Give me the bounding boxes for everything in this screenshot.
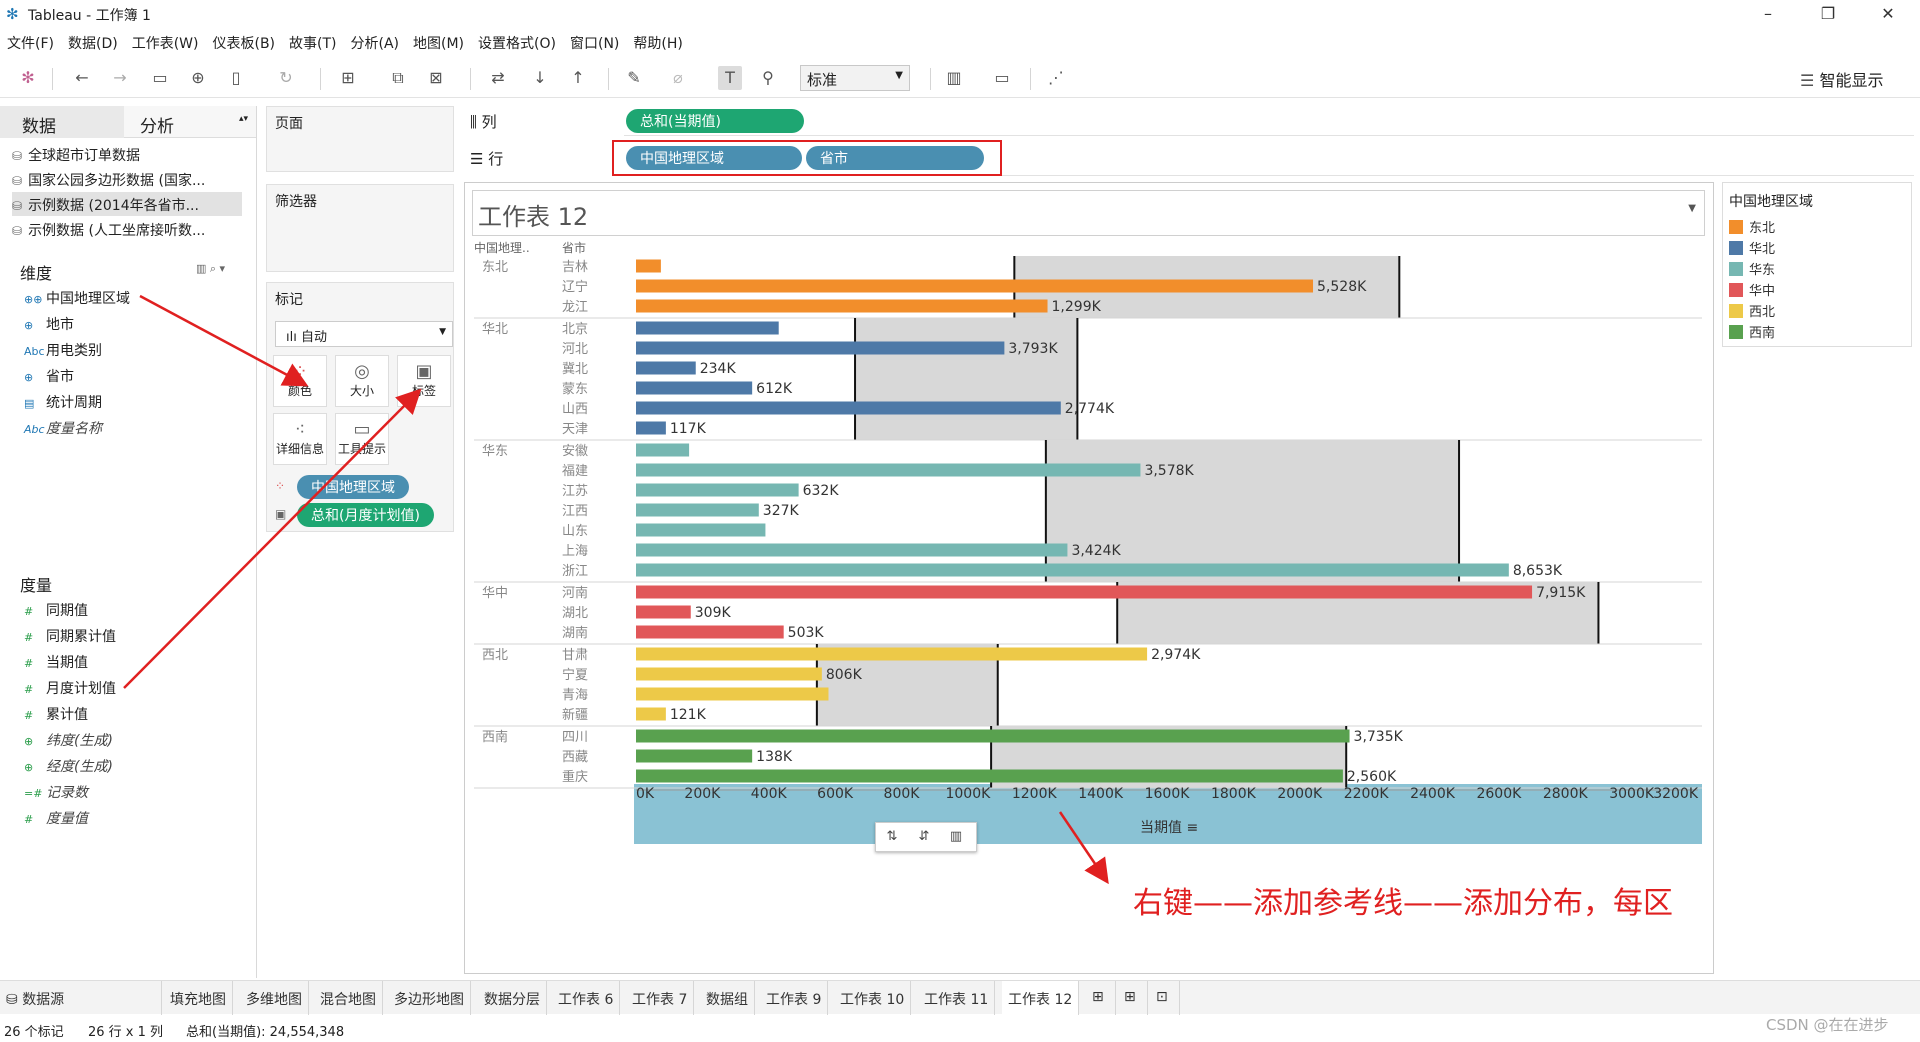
sheet-tab[interactable]: 工作表 11 (918, 981, 996, 1015)
status-rows-cols: 26 行 x 1 列 (88, 1025, 164, 1040)
sheet-tab[interactable]: 数据组 (700, 981, 755, 1015)
sheet-tab[interactable]: 数据分层 (478, 981, 547, 1015)
arrow-to-color (139, 294, 309, 387)
legend-item[interactable]: 东北 (1729, 217, 1775, 237)
sheet-tab[interactable]: 混合地图 (314, 981, 383, 1015)
sheet-tab[interactable]: 工作表 6 (552, 981, 621, 1015)
legend-swatch (1729, 325, 1743, 339)
legend-item[interactable]: 华北 (1729, 238, 1775, 258)
legend-swatch (1729, 241, 1743, 255)
sheet-tabs-bar: ⛁ 数据源 填充地图 多维地图 混合地图 多边形地图 数据分层 工作表 6 工作… (0, 980, 1920, 1015)
status-sum: 总和(当期值): 24,554,348 (186, 1025, 345, 1040)
status-marks: 26 个标记 (4, 1025, 64, 1040)
legend-label: 西南 (1749, 326, 1776, 341)
legend-swatch (1729, 220, 1743, 234)
legend-item[interactable]: 西南 (1729, 322, 1775, 342)
legend-label: 华东 (1749, 263, 1776, 278)
sheet-tab[interactable]: 工作表 10 (834, 981, 912, 1015)
sheet-tab[interactable]: 工作表 7 (626, 981, 695, 1015)
new-worksheet-icon[interactable]: ⊞ (1086, 981, 1116, 1015)
new-story-icon[interactable]: ⊡ (1150, 981, 1180, 1015)
arrow-to-label (123, 388, 422, 689)
legend-swatch (1729, 304, 1743, 318)
legend-item[interactable]: 华中 (1729, 280, 1775, 300)
sheet-tab[interactable]: 填充地图 (164, 981, 233, 1015)
legend-label: 东北 (1749, 221, 1776, 236)
sheet-tab[interactable]: 工作表 9 (760, 981, 829, 1015)
watermark: CSDN @在在进步 (1766, 1016, 1889, 1034)
legend-label: 华中 (1749, 284, 1776, 299)
new-dashboard-icon[interactable]: ⊞ (1118, 981, 1148, 1015)
arrow-to-axis (1058, 811, 1109, 885)
database-icon: ⛁ (6, 992, 23, 1008)
legend-label: 西北 (1749, 305, 1776, 320)
legend-label: 华北 (1749, 242, 1776, 257)
color-legend: 中国地理区域 东北 华北 华东 华中 西北 西南 (1722, 182, 1912, 347)
status-bar: 26 个标记 26 行 x 1 列 总和(当期值): 24,554,348 (0, 1016, 1920, 1042)
tab-datasource[interactable]: ⛁ 数据源 (0, 981, 162, 1015)
legend-item[interactable]: 华东 (1729, 259, 1775, 279)
tab-label: 数据源 (22, 992, 65, 1008)
legend-item[interactable]: 西北 (1729, 301, 1775, 321)
legend-swatch (1729, 283, 1743, 297)
legend-title: 中国地理区域 (1729, 194, 1813, 210)
legend-swatch (1729, 262, 1743, 276)
annotation-text: 右键——添加参考线——添加分布，每区 (1133, 886, 1673, 921)
sheet-tab[interactable]: 多维地图 (240, 981, 309, 1015)
sheet-tab-active[interactable]: 工作表 12 (1002, 981, 1080, 1015)
sheet-tab[interactable]: 多边形地图 (388, 981, 471, 1015)
